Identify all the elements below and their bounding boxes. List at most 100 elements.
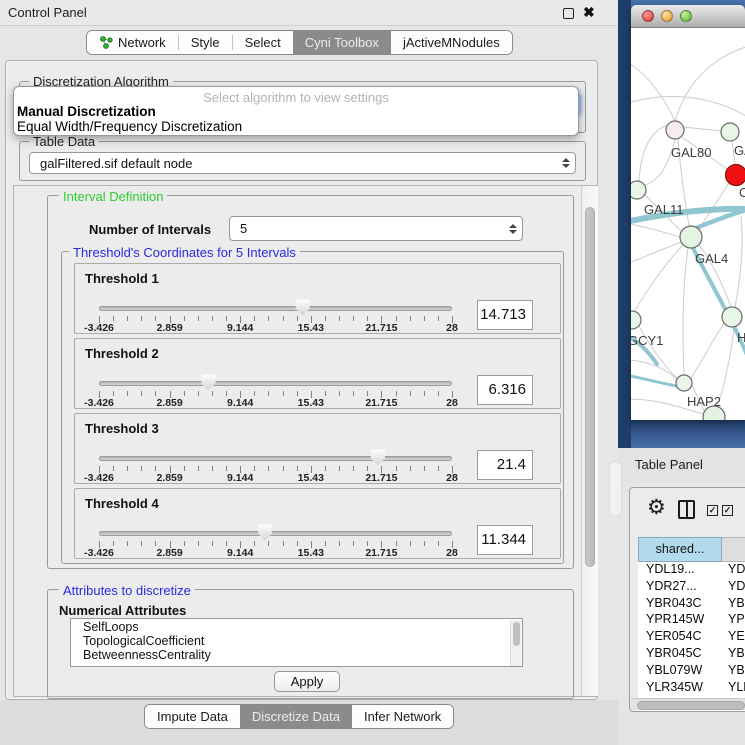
slider-tick (113, 316, 114, 321)
slider-tick (141, 466, 142, 471)
cell-name[interactable]: YER0 (722, 629, 745, 646)
slider-thumb[interactable] (200, 374, 216, 391)
zoom-traffic-light-icon[interactable] (680, 10, 692, 22)
network-node[interactable] (722, 307, 742, 327)
algorithm-hint-option[interactable]: Select algorithm to view settings (14, 90, 578, 105)
table-row[interactable]: YDR27...YDR2 (638, 579, 745, 596)
slider-tick (155, 391, 156, 396)
apply-button[interactable]: Apply (274, 671, 340, 692)
cell-name[interactable]: YDR2 (722, 579, 745, 596)
threshold-value-field[interactable]: 21.4 (477, 450, 533, 480)
slider-track[interactable] (99, 306, 452, 311)
cell-name[interactable]: YBL0 (722, 663, 745, 680)
panel-splitter-handle[interactable] (609, 461, 622, 517)
cell-name[interactable]: YDL1 (722, 562, 745, 579)
column-header-name[interactable]: n (722, 537, 745, 562)
table-data-group-label: Table Data (29, 134, 99, 149)
threshold-value-field[interactable]: 14.713 (477, 300, 533, 330)
slider-tick-label: 9.144 (227, 472, 253, 484)
table-row[interactable]: YLR345WYLR3 (638, 680, 745, 697)
table-row[interactable]: YER054CYER0 (638, 629, 745, 646)
intervals-stepper-icon[interactable] (504, 224, 522, 234)
slider-track[interactable] (99, 531, 452, 536)
checkbox-icon[interactable]: ✓ (722, 505, 733, 516)
list-scrollbar[interactable] (510, 620, 521, 667)
minimize-traffic-light-icon[interactable] (661, 10, 673, 22)
tab-cyni-toolbox[interactable]: Cyni Toolbox (293, 31, 391, 54)
horizontal-scrollbar-thumb[interactable] (637, 701, 745, 710)
cell-shared-name[interactable]: YPR145W (638, 612, 722, 629)
slider-tick (339, 466, 340, 471)
tab-network[interactable]: Network (87, 31, 178, 54)
algorithm-option-manual[interactable]: Manual Discretization (17, 104, 156, 119)
cell-shared-name[interactable]: YDR27... (638, 579, 722, 596)
threshold-value-field[interactable]: 11.344 (477, 525, 533, 555)
table-data-combobox[interactable]: galFiltered.sif default node (29, 152, 576, 174)
cell-shared-name[interactable]: YBR043C (638, 596, 722, 613)
threshold-value-field[interactable]: 6.316 (477, 375, 533, 405)
cell-shared-name[interactable]: YDL19... (638, 562, 722, 579)
close-panel-icon[interactable]: ✖ (583, 4, 595, 21)
tab-label: Style (191, 35, 220, 50)
node-label: GA (734, 143, 745, 158)
tab-select[interactable]: Select (233, 31, 293, 54)
network-node[interactable] (631, 181, 646, 199)
slider-track[interactable] (99, 381, 452, 386)
tab-jactivemnodules[interactable]: jActiveMNodules (391, 31, 512, 54)
vertical-scrollbar-thumb[interactable] (585, 207, 595, 567)
network-node[interactable] (721, 123, 739, 141)
vertical-scrollbar[interactable] (581, 186, 598, 696)
cell-shared-name[interactable]: YER054C (638, 629, 722, 646)
cell-shared-name[interactable]: YBL079W (638, 663, 722, 680)
network-node[interactable] (680, 226, 702, 248)
slider-tick (184, 316, 185, 321)
slider-thumb[interactable] (295, 299, 311, 316)
gear-icon[interactable]: ⚙ (647, 497, 666, 518)
tab-infer-network[interactable]: Infer Network (352, 705, 453, 728)
tab-label: Cyni Toolbox (305, 35, 379, 50)
float-panel-icon[interactable] (563, 8, 574, 19)
table-row[interactable]: YBR045CYBR0 (638, 646, 745, 663)
cell-name[interactable]: YLR3 (722, 680, 745, 697)
network-node[interactable] (666, 121, 684, 139)
table-row[interactable]: YDL19...YDL1 (638, 562, 745, 579)
cell-shared-name[interactable]: YLR345W (638, 680, 722, 697)
table-row[interactable]: YPR145WYPR1 (638, 612, 745, 629)
cell-name[interactable]: YPR1 (722, 612, 745, 629)
cyni-mode-tabs: Impute DataDiscretize DataInfer Network (144, 704, 454, 729)
checkbox-icon[interactable]: ✓ (707, 505, 718, 516)
close-traffic-light-icon[interactable] (642, 10, 654, 22)
slider-thumb[interactable] (370, 449, 386, 466)
network-icon (99, 35, 113, 50)
numerical-attributes-list[interactable]: SelfLoopsTopologicalCoefficientBetweenne… (70, 618, 523, 667)
slider-track[interactable] (99, 456, 452, 461)
attribute-list-item[interactable]: TopologicalCoefficient (71, 633, 522, 647)
horizontal-scrollbar[interactable] (631, 698, 745, 710)
slider-tick (438, 466, 439, 471)
tab-style[interactable]: Style (179, 31, 232, 54)
cell-name[interactable]: YBR0 (722, 596, 745, 613)
slider-tick (184, 541, 185, 546)
tab-discretize-data[interactable]: Discretize Data (240, 705, 352, 728)
cell-name[interactable]: YBR0 (722, 646, 745, 663)
slider-tick (127, 541, 128, 546)
number-of-intervals-combobox[interactable]: 5 (229, 216, 523, 241)
list-scrollbar-thumb[interactable] (513, 622, 520, 646)
attribute-list-item[interactable]: BetweennessCentrality (71, 647, 522, 661)
algorithm-option-equal-width[interactable]: Equal Width/Frequency Discretization (17, 119, 242, 134)
tab-impute-data[interactable]: Impute Data (145, 705, 240, 728)
split-columns-icon[interactable] (678, 500, 695, 519)
table-row[interactable]: YBR043CYBR0 (638, 596, 745, 613)
network-node[interactable] (726, 165, 745, 186)
slider-tick (268, 316, 269, 321)
table-row[interactable]: YBL079WYBL0 (638, 663, 745, 680)
cell-shared-name[interactable]: YBR045C (638, 646, 722, 663)
slider-tick-label: 21.715 (365, 547, 397, 559)
attribute-list-item[interactable]: SelfLoops (71, 619, 522, 633)
network-window-titlebar[interactable] (631, 5, 745, 28)
combo-stepper-icon[interactable] (557, 158, 575, 168)
network-canvas[interactable]: GAL80GACGAL11GAL4GCY1HHAP2 (631, 28, 745, 420)
column-header-shared[interactable]: shared... (638, 537, 722, 562)
network-node[interactable] (676, 375, 692, 391)
slider-thumb[interactable] (257, 524, 273, 541)
